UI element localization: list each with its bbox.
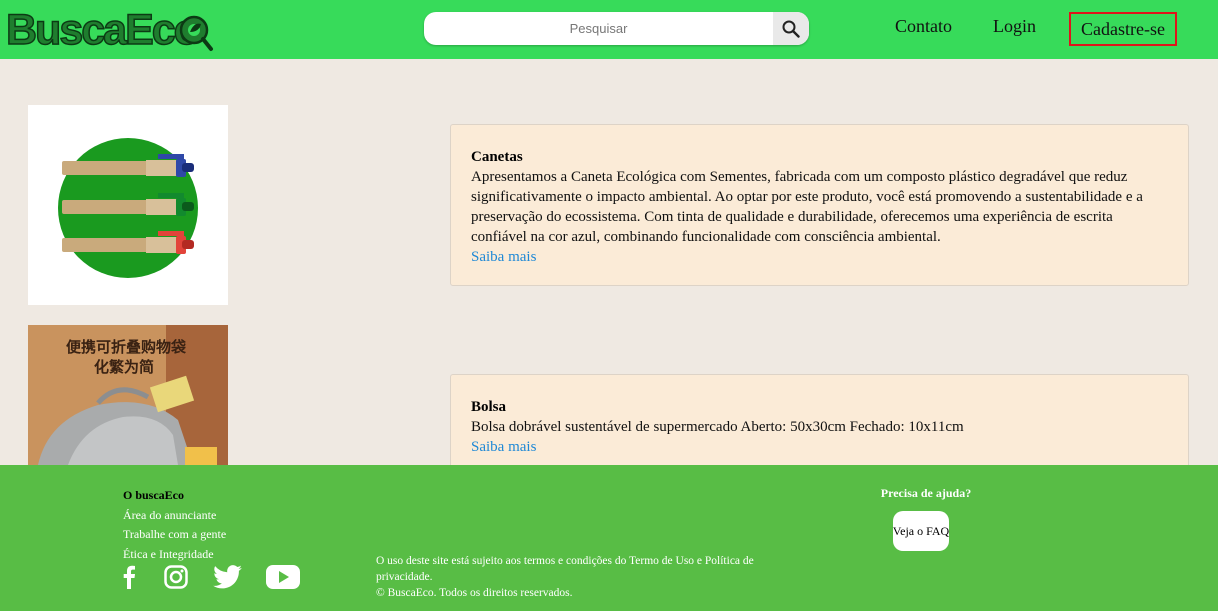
social-links bbox=[121, 564, 300, 590]
svg-text:BuscaEco: BuscaEco bbox=[6, 6, 199, 54]
footer-link-etica[interactable]: Ética e Integridade bbox=[123, 545, 226, 565]
faq-button[interactable]: Veja o FAQ bbox=[893, 511, 949, 551]
buscaeco-logo[interactable]: BuscaEco bbox=[4, 4, 214, 54]
search-button[interactable] bbox=[773, 12, 809, 45]
saiba-mais-link[interactable]: Saiba mais bbox=[471, 437, 1168, 457]
footer-link-anunciante[interactable]: Área do anunciante bbox=[123, 506, 226, 526]
bag-illustration: 便携可折叠购物袋 化繁为简 bbox=[28, 325, 228, 465]
saiba-mais-link[interactable]: Saiba mais bbox=[471, 247, 1168, 267]
footer-about-column: O buscaEco Área do anunciante Trabalhe c… bbox=[123, 486, 226, 564]
footer-link-trabalhe[interactable]: Trabalhe com a gente bbox=[123, 525, 226, 545]
nav-login-link[interactable]: Login bbox=[993, 16, 1036, 37]
facebook-icon[interactable] bbox=[121, 564, 137, 590]
legal-notice: O uso deste site está sujeito aos termos… bbox=[376, 553, 766, 601]
product-description: Apresentamos a Caneta Ecológica com Seme… bbox=[471, 169, 1143, 245]
footer-about-title: O buscaEco bbox=[123, 488, 185, 502]
youtube-icon[interactable] bbox=[266, 564, 300, 590]
nav-signup-link[interactable]: Cadastre-se bbox=[1069, 12, 1177, 46]
search-input[interactable] bbox=[424, 12, 773, 45]
twitter-icon[interactable] bbox=[212, 564, 242, 590]
product-card-canetas: Canetas Apresentamos a Caneta Ecológica … bbox=[450, 124, 1189, 286]
help-title: Precisa de ajuda? bbox=[880, 486, 972, 500]
svg-text:便携可折叠购物袋: 便携可折叠购物袋 bbox=[66, 338, 187, 356]
search-bar bbox=[424, 12, 809, 45]
pens-illustration bbox=[58, 138, 198, 278]
svg-text:化繁为简: 化繁为简 bbox=[94, 358, 154, 376]
nav-contato-link[interactable]: Contato bbox=[895, 16, 952, 37]
copyright-text: © BuscaEco. Todos os direitos reservados… bbox=[376, 587, 573, 599]
product-image-canetas[interactable] bbox=[28, 105, 228, 305]
product-description: Bolsa dobrável sustentável de supermerca… bbox=[471, 419, 964, 435]
footer: O buscaEco Área do anunciante Trabalhe c… bbox=[0, 465, 1218, 611]
product-card-bolsa: Bolsa Bolsa dobrável sustentável de supe… bbox=[450, 374, 1189, 474]
instagram-icon[interactable] bbox=[163, 564, 189, 590]
product-image-bolsa[interactable]: 便携可折叠购物袋 化繁为简 bbox=[28, 325, 228, 465]
product-title: Bolsa bbox=[471, 399, 507, 415]
product-title: Canetas bbox=[471, 149, 523, 165]
legal-terms-text: O uso deste site está sujeito aos termos… bbox=[376, 555, 754, 583]
header: BuscaEco Contato Login Cadastre-se bbox=[0, 0, 1218, 59]
search-icon bbox=[782, 20, 800, 38]
